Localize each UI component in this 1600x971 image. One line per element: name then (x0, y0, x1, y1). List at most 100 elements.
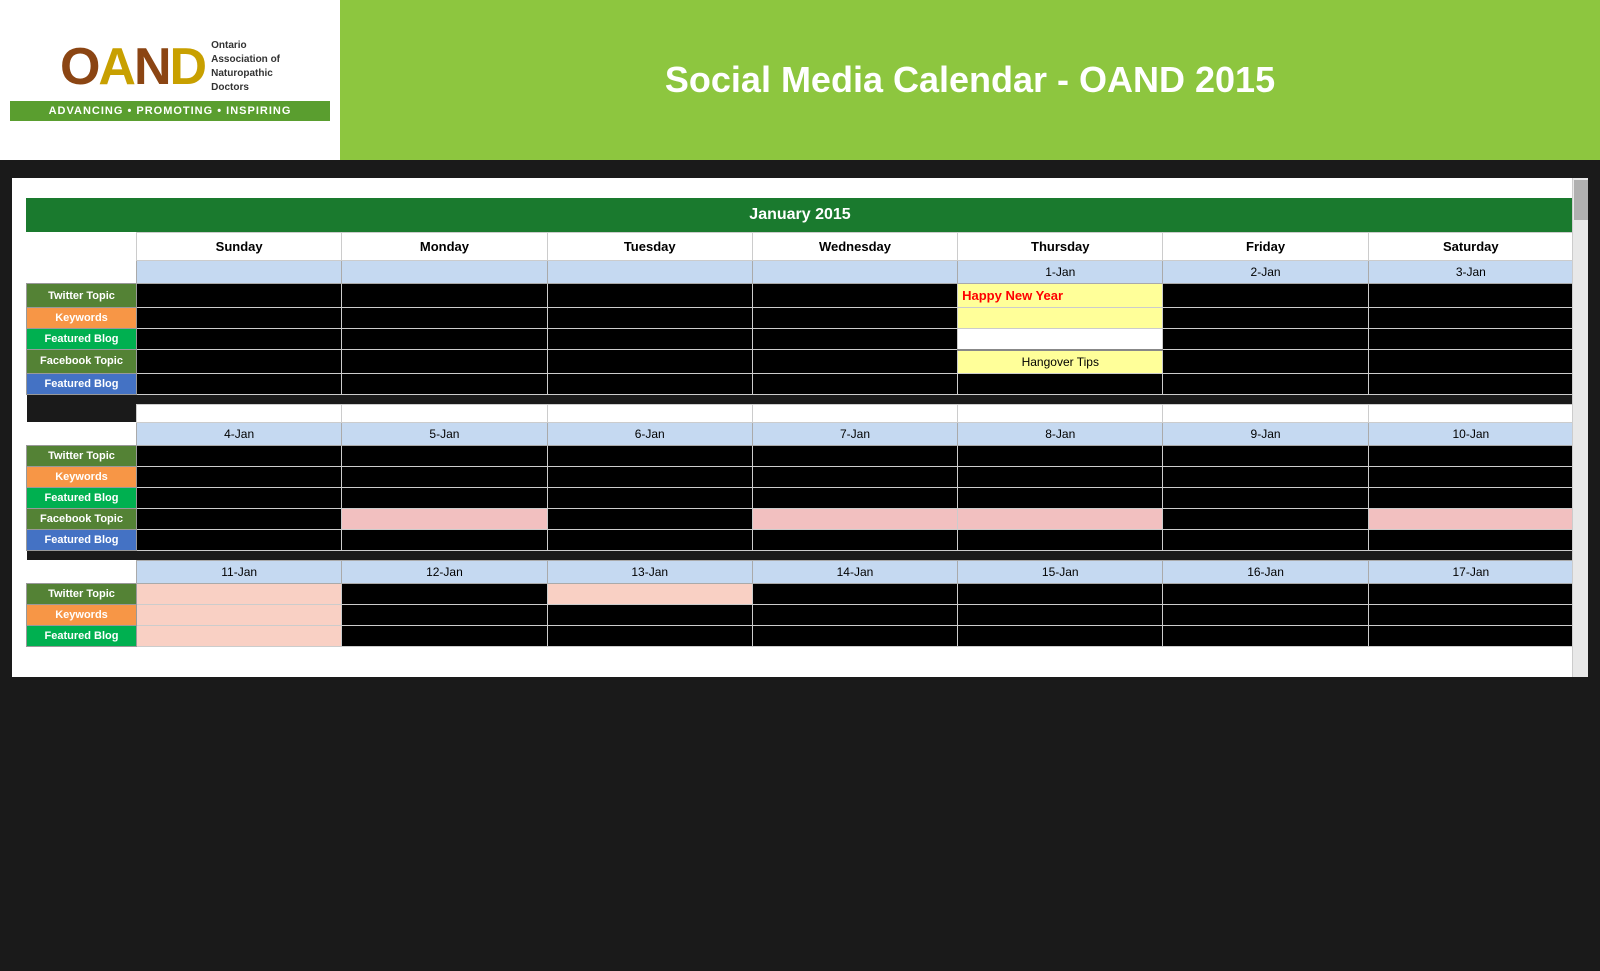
week2-fb-sun (137, 508, 342, 529)
week2-kw-mon (342, 466, 547, 487)
week3-feat-fri (1163, 625, 1368, 646)
logo-brand: OAND (60, 41, 205, 93)
week1-fb-tue (547, 350, 752, 374)
week3-date-row: 11-Jan 12-Jan 13-Jan 14-Jan 15-Jan 16-Ja… (27, 560, 1574, 583)
week1-thu-date: 1-Jan (958, 261, 1163, 284)
week1-feat-fri (1163, 329, 1368, 350)
label-featured-blue-2: Featured Blog (27, 529, 137, 550)
week3-kw-tue (547, 604, 752, 625)
week3-twitter-sun (137, 583, 342, 604)
week3-thu-date: 15-Jan (958, 560, 1163, 583)
week1-keywords-row: Keywords (27, 308, 1574, 329)
week2-featb-wed (752, 529, 957, 550)
week-sep-2 (27, 550, 1574, 560)
label-keywords-2: Keywords (27, 466, 137, 487)
week2-fb-sat (1368, 508, 1573, 529)
label-featured-3: Featured Blog (27, 625, 137, 646)
header: OAND Ontario Association of Naturopathic… (0, 0, 1600, 160)
logo-tagline: ADVANCING • PROMOTING • INSPIRING (10, 101, 330, 121)
week1-featb-mon (342, 373, 547, 394)
week2-fri-date: 9-Jan (1163, 422, 1368, 445)
week1-fb-fri (1163, 350, 1368, 374)
week2-kw-thu (958, 466, 1163, 487)
week1-fb-thu: Hangover Tips (958, 350, 1163, 374)
week3-twitter-thu (958, 583, 1163, 604)
day-wednesday: Wednesday (752, 233, 957, 261)
title-area: Social Media Calendar - OAND 2015 (340, 0, 1600, 160)
week3-twitter-wed (752, 583, 957, 604)
week3-feat-sat (1368, 625, 1573, 646)
week2-kw-fri (1163, 466, 1368, 487)
week1-kw-mon (342, 308, 547, 329)
week1-twitter-thu: Happy New Year (958, 284, 1163, 308)
week1-kw-sun (137, 308, 342, 329)
week2-thu-date: 8-Jan (958, 422, 1163, 445)
week2-feat-fri (1163, 487, 1368, 508)
day-tuesday: Tuesday (547, 233, 752, 261)
day-thursday: Thursday (958, 233, 1163, 261)
week3-twitter-row: Twitter Topic (27, 583, 1574, 604)
week2-twitter-sat (1368, 445, 1573, 466)
week2-feat-tue (547, 487, 752, 508)
week1-featb-sat (1368, 373, 1573, 394)
week2-tue-date: 6-Jan (547, 422, 752, 445)
week1-kw-wed (752, 308, 957, 329)
week2-twitter-fri (1163, 445, 1368, 466)
label-keywords-1: Keywords (27, 308, 137, 329)
week2-keywords-row: Keywords (27, 466, 1574, 487)
week3-wed-date: 14-Jan (752, 560, 957, 583)
week1-date-row: 1-Jan 2-Jan 3-Jan (27, 261, 1574, 284)
week3-twitter-fri (1163, 583, 1368, 604)
week1-feat-mon (342, 329, 547, 350)
week1-feat-thu (958, 329, 1163, 350)
week2-feat-sun (137, 487, 342, 508)
week1-feat-wed (752, 329, 957, 350)
week1-twitter-fri (1163, 284, 1368, 308)
week1-featb-fri (1163, 373, 1368, 394)
week1-spacer (27, 404, 1574, 422)
week2-wed-date: 7-Jan (752, 422, 957, 445)
week2-fb-mon (342, 508, 547, 529)
day-monday: Monday (342, 233, 547, 261)
week3-twitter-tue (547, 583, 752, 604)
week3-twitter-mon (342, 583, 547, 604)
week2-kw-tue (547, 466, 752, 487)
week2-fb-fri (1163, 508, 1368, 529)
week1-twitter-tue (547, 284, 752, 308)
label-facebook-1: Facebook Topic (27, 350, 137, 374)
week1-featb-thu (958, 373, 1163, 394)
week1-featb-tue (547, 373, 752, 394)
week1-kw-tue (547, 308, 752, 329)
week3-kw-mon (342, 604, 547, 625)
week2-featb-thu (958, 529, 1163, 550)
week2-featb-tue (547, 529, 752, 550)
day-header-row: Sunday Monday Tuesday Wednesday Thursday… (27, 233, 1574, 261)
week3-kw-thu (958, 604, 1163, 625)
week2-kw-sat (1368, 466, 1573, 487)
week3-feat-sun (137, 625, 342, 646)
week1-fb-sat (1368, 350, 1573, 374)
week2-fb-thu (958, 508, 1163, 529)
week3-featured-row: Featured Blog (27, 625, 1574, 646)
week2-twitter-tue (547, 445, 752, 466)
week3-feat-mon (342, 625, 547, 646)
label-twitter-1: Twitter Topic (27, 284, 137, 308)
week3-feat-wed (752, 625, 957, 646)
month-header: January 2015 (26, 198, 1574, 232)
week1-fb-sun (137, 350, 342, 374)
week1-featured-row: Featured Blog (27, 329, 1574, 350)
week3-feat-tue (547, 625, 752, 646)
label-featured-1: Featured Blog (27, 329, 137, 350)
week1-featb-wed (752, 373, 957, 394)
week1-feat-sat (1368, 329, 1573, 350)
calendar-table: Sunday Monday Tuesday Wednesday Thursday… (26, 232, 1574, 647)
week1-fb-wed (752, 350, 957, 374)
week2-twitter-wed (752, 445, 957, 466)
label-featured-2: Featured Blog (27, 487, 137, 508)
week3-fri-date: 16-Jan (1163, 560, 1368, 583)
week2-mon-date: 5-Jan (342, 422, 547, 445)
week2-kw-wed (752, 466, 957, 487)
week2-feat-thu (958, 487, 1163, 508)
week2-twitter-thu (958, 445, 1163, 466)
week2-fb-wed (752, 508, 957, 529)
